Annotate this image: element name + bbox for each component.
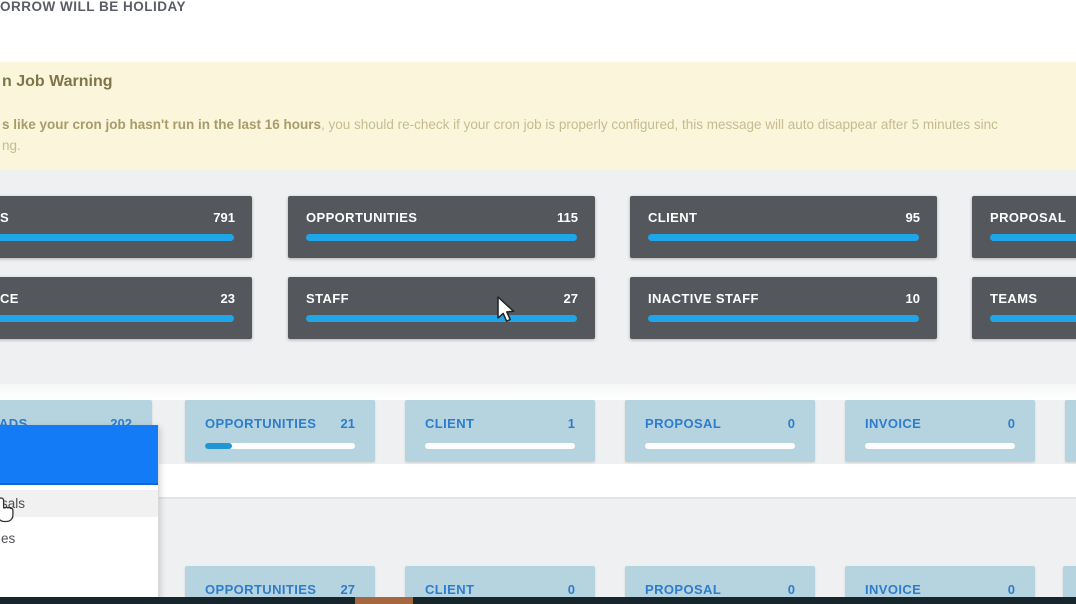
progress-bar [990, 315, 1076, 322]
stat-card[interactable]: S 791 [0, 196, 252, 258]
progress-bar [865, 443, 1015, 449]
progress-bar [645, 443, 795, 449]
banner-body-line2: ng. [2, 138, 21, 153]
stat-value: 0 [1008, 582, 1015, 597]
dropdown-item-proposals[interactable]: sals [0, 490, 158, 517]
stat-value: 1 [568, 416, 575, 431]
section-divider-line [0, 497, 1076, 499]
progress-bar [306, 234, 577, 241]
cron-warning-banner: n Job Warning s like your cron job hasn'… [0, 62, 1076, 170]
stat-value: 27 [341, 582, 355, 597]
stat-label: OPPORTUNITIES [205, 416, 316, 431]
stat-value: 23 [221, 291, 235, 306]
stat-card[interactable]: PROPOSAL 0 [625, 400, 815, 462]
stat-value: 791 [213, 210, 235, 225]
stat-card[interactable]: STAFF 27 [288, 277, 595, 339]
stat-value: 10 [906, 291, 920, 306]
section-separator-top [0, 384, 1076, 400]
stat-value: 0 [1008, 416, 1015, 431]
stat-label: CLIENT [425, 416, 474, 431]
stat-value: 21 [341, 416, 355, 431]
stat-label: INACTIVE STAFF [648, 291, 759, 306]
stat-label: PROPOSAL [645, 416, 721, 431]
stat-value: 0 [788, 582, 795, 597]
stat-value: 0 [568, 582, 575, 597]
dropdown-item-label: es [1, 525, 15, 552]
dropdown-item-invoices[interactable]: es [0, 525, 158, 552]
stat-card[interactable]: INACTIVE STAFF 10 [630, 277, 937, 339]
stat-label: INVOICE [865, 582, 921, 597]
progress-bar [425, 443, 575, 449]
banner-title: n Job Warning [2, 73, 113, 91]
stat-value: 27 [564, 291, 578, 306]
progress-bar [205, 443, 355, 449]
stat-value: 95 [906, 210, 920, 225]
stat-label: OPPORTUNITIES [306, 210, 417, 225]
banner-body: s like your cron job hasn't run in the l… [2, 117, 998, 132]
stat-label: TEAMS [990, 291, 1038, 306]
progress-bar [648, 234, 919, 241]
stat-card[interactable]: CE 23 [0, 277, 252, 339]
video-progress-bar[interactable] [0, 597, 1076, 604]
stat-card[interactable]: PROPOSAL [972, 196, 1076, 258]
stat-card[interactable]: INVOICE 0 [845, 400, 1035, 462]
banner-body-bold: s like your cron job hasn't run in the l… [2, 117, 321, 132]
stat-value: 115 [557, 210, 578, 225]
stat-label: CLIENT [425, 582, 474, 597]
dropdown-selected-item[interactable] [0, 425, 158, 485]
dropdown-item-label: sals [1, 490, 25, 517]
stat-label: CLIENT [648, 210, 697, 225]
progress-bar [990, 234, 1076, 241]
stat-label: S [0, 210, 9, 225]
stat-card[interactable]: CLIENT 1 [405, 400, 595, 462]
context-dropdown: sals es [0, 425, 159, 598]
stat-card[interactable]: TEAMS [972, 277, 1076, 339]
top-band: ORROW WILL BE HOLIDAY [0, 0, 1076, 62]
section-separator-bottom [0, 464, 1076, 497]
stat-card[interactable]: OPPORTUNITIES 21 [185, 400, 375, 462]
banner-body-regular: , you should re-check if your cron job i… [321, 117, 998, 132]
stat-label: CE [0, 291, 19, 306]
stat-card[interactable]: CLIENT 95 [630, 196, 937, 258]
stat-card[interactable]: OPPORTUNITIES 115 [288, 196, 595, 258]
progress-bar [0, 234, 234, 241]
stat-label: PROPOSAL [990, 210, 1066, 225]
video-progress-segment [355, 597, 413, 604]
progress-fill [205, 443, 232, 449]
stat-label: STAFF [306, 291, 349, 306]
stat-label: INVOICE [865, 416, 921, 431]
stat-value: 0 [788, 416, 795, 431]
stat-label: PROPOSAL [645, 582, 721, 597]
stat-label: OPPORTUNITIES [205, 582, 316, 597]
dashboard-screen: ORROW WILL BE HOLIDAY n Job Warning s li… [0, 0, 1076, 604]
progress-bar [0, 315, 234, 322]
progress-bar [306, 315, 577, 322]
stat-card[interactable] [1065, 400, 1076, 462]
holiday-note: ORROW WILL BE HOLIDAY [0, 0, 186, 14]
progress-bar [648, 315, 919, 322]
